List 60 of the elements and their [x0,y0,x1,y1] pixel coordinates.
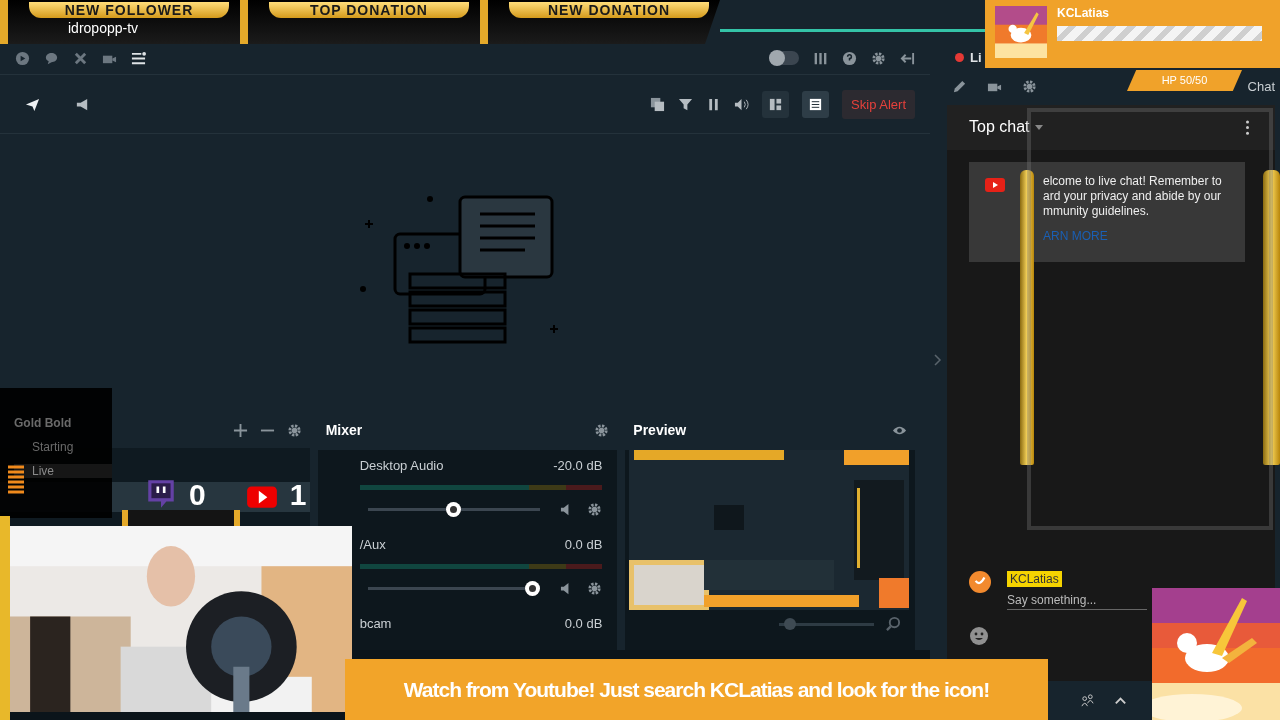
live-dot-icon [955,53,964,63]
volume-icon[interactable] [734,96,750,112]
author-badge: KCLatias [1007,570,1062,587]
send-icon[interactable] [25,96,40,112]
banner-text: Watch from Youtube! Just search KCLatias and look for the icon! [403,677,990,702]
emoji-icon[interactable] [969,625,989,646]
counter-value: 1 [289,478,307,512]
chat-mode-dropdown[interactable]: Top chat [969,118,1044,137]
channel-reading: 0.0 dB [564,537,603,552]
people-icon[interactable] [1080,692,1095,708]
follower-name: idropopp-tv [67,20,139,36]
audio-bars-icon [8,463,24,497]
hp-reading: HP 50/50 [1127,70,1242,91]
alert-label: NEW FOLLOWER [29,2,229,18]
pencil-icon[interactable] [952,78,967,94]
toggle-switch[interactable] [769,51,799,65]
scene-item[interactable]: Live [14,464,112,478]
filter-icon[interactable] [678,96,694,112]
copy-icon[interactable] [650,96,666,112]
channel-name: bcam [359,616,392,631]
megaphone-icon[interactable] [75,96,90,112]
chat-tab[interactable]: Chat [1247,78,1275,94]
channel-reading: -20.0 dB [553,458,603,473]
grid-view-icon[interactable] [762,90,790,118]
notice-text: ard your privacy and abide by our [1043,188,1222,204]
profile-name: KCLatias [1057,6,1110,20]
settings-icon[interactable] [594,422,610,438]
panel-title: Preview [633,422,687,438]
live-label: Li [970,50,982,66]
collapse-icon[interactable] [900,50,915,66]
collection-name[interactable]: Gold Bold [14,416,112,430]
channel-reading: 0.0 dB [564,616,603,631]
settings-icon[interactable] [587,502,603,517]
chat-bubble-icon[interactable] [44,50,59,66]
list-view-icon[interactable] [802,90,830,118]
avatar-icon [969,570,991,593]
pause-icon[interactable] [813,50,828,66]
caret-icon [1035,124,1044,130]
settings-icon[interactable] [871,50,886,66]
scene-item[interactable]: Starting [14,440,112,454]
play-icon[interactable] [15,50,30,66]
notice-text: elcome to live chat! Remember to [1043,173,1222,189]
alert-label: NEW DONATION [509,2,709,18]
settings-icon[interactable] [587,581,603,596]
channel-name: Desktop Audio [359,458,444,473]
channel-name: /Aux [359,537,386,552]
settings-icon[interactable] [1022,78,1037,94]
alert-label: TOP DONATION [269,2,469,18]
skip-alert-button[interactable]: Skip Alert [842,89,915,119]
counter-value: 0 [189,478,206,512]
panel-title: Mixer [325,422,363,438]
help-icon[interactable] [842,50,857,66]
chat-input-field[interactable]: Say something... [1007,590,1147,610]
search-icon[interactable] [886,616,901,631]
play-button-icon [985,177,1005,192]
add-icon[interactable] [232,422,248,438]
settings-icon[interactable] [286,422,302,438]
menu-icon[interactable] [131,50,146,66]
notice-text: mmunity guidelines. [1043,203,1151,219]
chevron-right-icon[interactable] [933,354,942,366]
